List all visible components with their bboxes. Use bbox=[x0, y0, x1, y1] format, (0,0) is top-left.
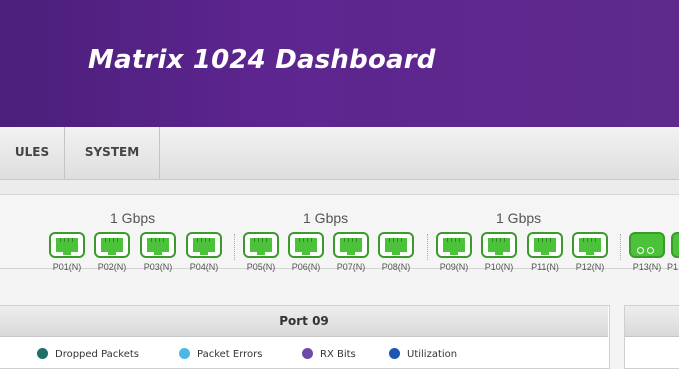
rx-bits-dot-icon bbox=[302, 348, 313, 359]
ethernet-port-icon[interactable] bbox=[186, 232, 222, 258]
app-header: Matrix 1024 Dashboard bbox=[0, 0, 679, 127]
port-p12[interactable]: P12(N) bbox=[572, 232, 608, 272]
ethernet-port-icon[interactable] bbox=[243, 232, 279, 258]
port-p14[interactable]: P1 bbox=[667, 232, 679, 272]
speed-label: 1 Gbps bbox=[496, 210, 542, 226]
legend-item[interactable]: Dropped Packets bbox=[37, 348, 139, 362]
port-label: P09(N) bbox=[439, 262, 469, 272]
port-label: P02(N) bbox=[97, 262, 127, 272]
legend-item[interactable]: RX Bits bbox=[302, 348, 356, 362]
port-p04[interactable]: P04(N) bbox=[186, 232, 222, 272]
legend-item[interactable]: Packet Errors bbox=[179, 348, 262, 362]
port-label: P06(N) bbox=[291, 262, 321, 272]
port-p02[interactable]: P02(N) bbox=[94, 232, 130, 272]
sub-toolbar bbox=[0, 180, 679, 195]
sfp-port-icon[interactable] bbox=[629, 232, 665, 258]
port-label: P05(N) bbox=[246, 262, 276, 272]
speed-label: 1 Gbps bbox=[303, 210, 349, 226]
port-p13[interactable]: P13(N) bbox=[629, 232, 665, 272]
ethernet-port-icon[interactable] bbox=[288, 232, 324, 258]
utilization-dot-icon bbox=[389, 348, 400, 359]
port-label: P1 bbox=[667, 262, 679, 272]
port-p08[interactable]: P08(N) bbox=[378, 232, 414, 272]
port-p01[interactable]: P01(N) bbox=[49, 232, 85, 272]
ethernet-port-icon[interactable] bbox=[49, 232, 85, 258]
group-divider bbox=[234, 234, 235, 260]
secondary-panel-header bbox=[625, 306, 679, 337]
port-p10[interactable]: P10(N) bbox=[481, 232, 517, 272]
ethernet-port-icon[interactable] bbox=[527, 232, 563, 258]
port-label: P10(N) bbox=[484, 262, 514, 272]
dashboard-frame: Matrix 1024 Dashboard ULES SYSTEM 1 Gbps… bbox=[0, 0, 679, 369]
port-label: P04(N) bbox=[189, 262, 219, 272]
port-p11[interactable]: P11(N) bbox=[527, 232, 563, 272]
dropped-packets-dot-icon bbox=[37, 348, 48, 359]
ethernet-port-icon[interactable] bbox=[333, 232, 369, 258]
packet-errors-dot-icon bbox=[179, 348, 190, 359]
tab-system[interactable]: SYSTEM bbox=[65, 127, 160, 179]
secondary-panel bbox=[624, 305, 679, 369]
ethernet-port-icon[interactable] bbox=[140, 232, 176, 258]
ethernet-port-icon[interactable] bbox=[436, 232, 472, 258]
port-panel: 1 Gbps P01(N) P02(N) P03(N) P04(N) 1 Gbp… bbox=[0, 196, 679, 272]
port-label: P07(N) bbox=[336, 262, 366, 272]
port-p09[interactable]: P09(N) bbox=[436, 232, 472, 272]
port-p06[interactable]: P06(N) bbox=[288, 232, 324, 272]
port-p07[interactable]: P07(N) bbox=[333, 232, 369, 272]
ethernet-port-icon[interactable] bbox=[94, 232, 130, 258]
ethernet-port-icon[interactable] bbox=[481, 232, 517, 258]
port-label: P08(N) bbox=[381, 262, 411, 272]
port-label: P12(N) bbox=[575, 262, 605, 272]
ethernet-port-icon[interactable] bbox=[572, 232, 608, 258]
port-label: P01(N) bbox=[52, 262, 82, 272]
ethernet-port-icon[interactable] bbox=[378, 232, 414, 258]
group-divider bbox=[620, 234, 621, 260]
speed-label: 1 Gbps bbox=[110, 210, 156, 226]
port-stats-panel: Port 09 Dropped Packets Packet Errors RX… bbox=[0, 305, 610, 369]
port-p03[interactable]: P03(N) bbox=[140, 232, 176, 272]
main-nav: ULES SYSTEM bbox=[0, 127, 679, 180]
group-divider bbox=[427, 234, 428, 260]
port-label: P13(N) bbox=[632, 262, 662, 272]
sfp-port-icon[interactable] bbox=[671, 232, 679, 258]
chart-legend: Dropped Packets Packet Errors RX Bits Ut… bbox=[0, 336, 608, 368]
port-label: P03(N) bbox=[143, 262, 173, 272]
tab-modules[interactable]: ULES bbox=[0, 127, 65, 179]
panel-title: Port 09 bbox=[0, 306, 608, 337]
page-title: Matrix 1024 Dashboard bbox=[88, 45, 436, 75]
port-label: P11(N) bbox=[531, 262, 559, 272]
legend-item[interactable]: Utilization bbox=[389, 348, 457, 362]
port-p05[interactable]: P05(N) bbox=[243, 232, 279, 272]
